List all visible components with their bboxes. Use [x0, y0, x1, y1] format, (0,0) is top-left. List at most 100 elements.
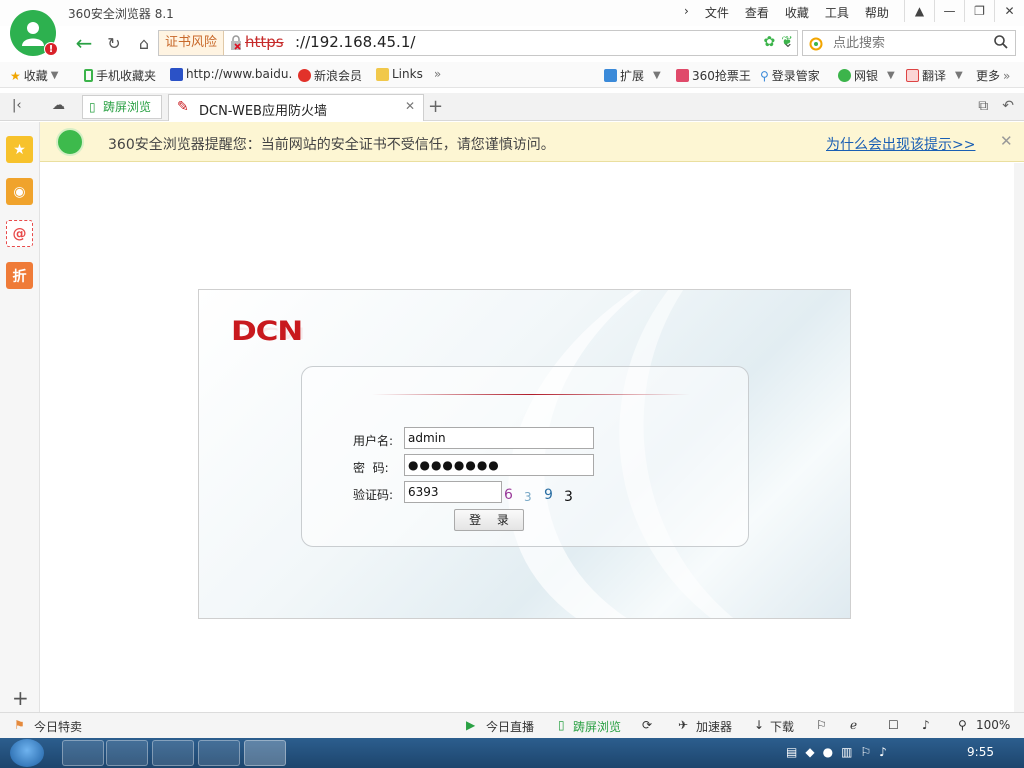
taskbar-excel-icon[interactable]: [152, 740, 194, 766]
bookmark-baidu[interactable]: http://www.baidu.: [170, 67, 292, 81]
menu-favorites[interactable]: 收藏: [777, 4, 817, 21]
download-link[interactable]: 下载: [770, 718, 794, 735]
taskbar-clock[interactable]: 9:55: [967, 745, 994, 759]
zoom-level[interactable]: 100%: [976, 718, 1010, 732]
skin-icon[interactable]: ▲: [904, 0, 934, 22]
search-box[interactable]: [802, 30, 1016, 56]
certificate-warning[interactable]: 证书风险: [159, 31, 225, 55]
ticket-icon: [676, 69, 689, 82]
rocket-icon: ✈: [678, 718, 689, 732]
menu-file[interactable]: 文件: [697, 4, 737, 21]
sidebar-toggle-icon[interactable]: |‹: [12, 98, 22, 113]
taskbar-cmd-icon[interactable]: [198, 740, 240, 766]
tab-dcn-firewall[interactable]: ✎ DCN-WEB应用防火墙 ✕: [168, 94, 424, 121]
vertical-scrollbar[interactable]: [1014, 163, 1024, 712]
taskbar-browser-icon[interactable]: [244, 740, 286, 766]
address-dropdown-icon[interactable]: ⌄: [774, 29, 802, 57]
bookmark-links[interactable]: Links »: [376, 67, 441, 81]
back-button[interactable]: ←: [70, 29, 98, 57]
today-live-link[interactable]: 今日直播: [486, 718, 534, 735]
menu-expand-icon[interactable]: ›: [676, 4, 697, 21]
flag-icon[interactable]: ⚐: [816, 718, 827, 732]
toolbar-label: 360抢票王: [692, 69, 751, 83]
zoom-icon: ⚲: [958, 718, 967, 732]
discount-icon[interactable]: 折: [6, 262, 33, 289]
restore-button[interactable]: ❐: [964, 0, 994, 22]
tab-split-screen[interactable]: ▯ 踌屏浏览: [82, 95, 162, 119]
bookmark-sina[interactable]: 新浪会员: [298, 67, 362, 84]
tray-shield-icon[interactable]: ◆: [805, 745, 814, 759]
tab-list-icon[interactable]: ⧉: [978, 98, 988, 114]
live-icon: ▶: [466, 718, 476, 732]
tab-bar: |‹ ☁ ▯ 踌屏浏览 ✎ DCN-WEB应用防火墙 ✕ + ⧉ ↶: [0, 93, 1024, 121]
browser-logo-icon[interactable]: !: [10, 10, 58, 56]
today-deals-link[interactable]: 今日特卖: [34, 718, 82, 735]
notification-close-icon[interactable]: ✕: [1000, 132, 1013, 150]
toolbar-ticket[interactable]: 360抢票王: [676, 67, 751, 84]
new-tab-icon[interactable]: +: [428, 96, 443, 117]
toolbar-bank[interactable]: 网银 ▼: [838, 67, 895, 84]
menu-help[interactable]: 帮助: [857, 4, 897, 21]
search-icon[interactable]: [993, 34, 1009, 50]
home-button[interactable]: ⌂: [130, 29, 158, 57]
refresh-button[interactable]: ↻: [100, 29, 128, 57]
weibo-icon[interactable]: ◉: [6, 178, 33, 205]
minimize-button[interactable]: —: [934, 0, 964, 22]
browser-e-icon: [56, 128, 84, 156]
captcha-digit: 3: [524, 490, 532, 504]
captcha-input[interactable]: [404, 481, 502, 503]
toolbar-translate[interactable]: 翻译 ▼: [906, 67, 963, 84]
taskbar-explorer-icon[interactable]: [62, 740, 104, 766]
menu-tools[interactable]: 工具: [817, 4, 857, 21]
tab-label: 踌屏浏览: [103, 100, 152, 114]
sync-icon[interactable]: ⟳: [642, 718, 652, 732]
address-bar[interactable]: 证书风险 https ://192.168.45.1/ ✿ ❦: [158, 30, 798, 56]
taskbar-word-icon[interactable]: [106, 740, 148, 766]
tray-volume-icon[interactable]: ♪: [879, 745, 887, 759]
start-button[interactable]: [10, 739, 44, 767]
email-icon[interactable]: @: [6, 220, 33, 247]
undo-close-icon[interactable]: ↶: [1002, 98, 1014, 114]
password-input[interactable]: [404, 454, 594, 476]
close-button[interactable]: ✕: [994, 0, 1024, 22]
toolbar-label: 更多: [976, 69, 1001, 83]
tray-network-icon[interactable]: ▥: [841, 745, 852, 759]
tray-flag-icon[interactable]: ⚐: [860, 745, 871, 759]
cloud-icon[interactable]: ☁: [52, 98, 65, 113]
volume-icon[interactable]: ♪: [922, 718, 930, 732]
notification-help-link[interactable]: 为什么会出现该提示>>: [826, 134, 975, 154]
toolbar-label: 扩展: [620, 69, 645, 83]
phone-icon: ▯: [558, 718, 565, 732]
alert-badge-icon: !: [44, 42, 58, 56]
bookmark-favorites[interactable]: ★ 收藏 ▼: [10, 67, 58, 84]
ie-icon[interactable]: ℯ: [850, 718, 857, 732]
search-engine-icon[interactable]: [809, 36, 827, 52]
toolbar-extensions[interactable]: 扩展 ▼: [604, 67, 661, 84]
accelerator-link[interactable]: 加速器: [696, 718, 732, 735]
username-input[interactable]: [404, 427, 594, 449]
tab-close-icon[interactable]: ✕: [405, 99, 415, 113]
toolbar-more[interactable]: 更多»: [976, 67, 1010, 84]
split-screen-link[interactable]: 踌屏浏览: [573, 718, 621, 735]
more-icon: »: [1003, 68, 1011, 83]
login-button[interactable]: 登 录: [454, 509, 524, 531]
captcha-image[interactable]: 6 3 9 3: [502, 486, 584, 506]
search-input[interactable]: [833, 32, 983, 54]
bookmark-label: 新浪会员: [314, 69, 363, 83]
bookmark-mobile[interactable]: 手机收藏夹: [84, 67, 156, 84]
status-bar: ⚑ 今日特卖 ▶ 今日直播 ▯ 踌屏浏览 ⟳ ✈ 加速器 ↓ 下载 ⚐ ℯ ☐ …: [0, 712, 1024, 738]
login-form: 用户名: 密 码: 验证码: 6 3 9 3 登 录: [301, 366, 749, 547]
sidebar-add-icon[interactable]: +: [12, 686, 29, 710]
dropdown-icon: ▼: [887, 70, 895, 81]
window-controls: ▲ — ❐ ✕: [904, 0, 1024, 22]
tray-film-icon[interactable]: ▤: [786, 745, 797, 759]
tray-360-icon[interactable]: ●: [823, 745, 833, 759]
favorites-star-icon[interactable]: ★: [6, 136, 33, 163]
browser-window: 360安全浏览器 8.1 › 文件 查看 收藏 工具 帮助 ▲ — ❐ ✕ ! …: [0, 0, 1024, 738]
more-bookmarks-icon[interactable]: »: [434, 67, 441, 81]
menu-view[interactable]: 查看: [737, 4, 777, 21]
folder-icon: [376, 67, 389, 81]
window-icon[interactable]: ☐: [888, 718, 899, 732]
toolbar-login-manager[interactable]: ⚲ 登录管家: [760, 67, 820, 84]
username-label: 用户名:: [353, 434, 394, 448]
